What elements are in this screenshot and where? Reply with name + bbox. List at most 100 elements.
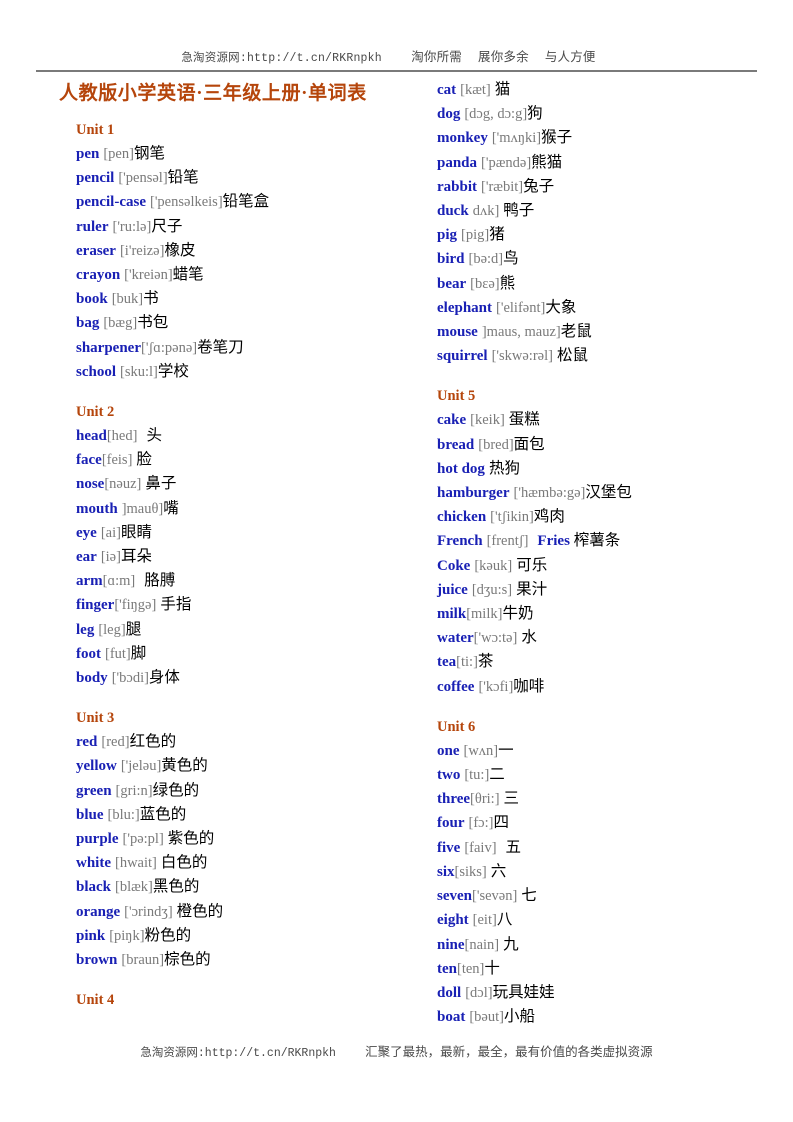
word-entry: pencil-case ['pensəlkeis]铅笔盒 [76,190,406,214]
entry-meaning: 六 [490,862,507,880]
word-entry: mouth]mauθ]嘴 [76,497,406,521]
word-entry: head[hed] 头 [76,424,406,448]
entry-phonetic: [tu:] [464,767,490,784]
word-entry: nose[nəuz] 鼻子 [76,472,406,496]
entry-meaning: 咖啡 [513,677,545,695]
word-entry: book [buk]书 [76,287,406,311]
entry-phonetic: ['elifənt] [496,299,546,316]
word-entry: bread [bred]面包 [437,433,777,457]
footer-site-url: 急淘资源网:http://t.cn/RKRnpkh [140,1047,336,1060]
entry-word: head [76,428,107,445]
entry-meaning: 猪 [489,226,505,244]
entry-phonetic: ['ɔrindʒ] [124,903,173,920]
entry-phonetic: [dʒu:s] [471,581,513,598]
word-entry: crayon ['kreiən]蜡笔 [76,263,406,287]
entry-phonetic: [bɛə] [470,275,500,292]
word-entry: duck dʌk] 鸭子 [437,199,777,223]
left-column-content: Unit 1 pen [pen]钢笔 pencil ['pensəl]铅笔 pencil-… [76,78,406,1012]
entry-meaning: 汉堡包 [585,484,632,502]
entry-word: doll [437,984,462,1001]
word-entry: two [tu:]二 [437,763,777,787]
unit-heading: Unit 2 [76,404,115,421]
entry-word: elephant [437,299,493,316]
entry-phonetic: [nain] [464,936,500,953]
entry-meaning: 书包 [137,314,169,332]
word-entry: finger['fiŋgə] 手指 [76,593,406,617]
entry-word: pencil-case [76,194,146,211]
word-entry: water['wɔ:tə] 水 [437,626,777,650]
entry-word: pig [437,227,458,244]
word-entry: coffee ['kɔfi]咖啡 [437,675,777,699]
entry-word: monkey [437,130,488,147]
word-entry: purple ['pə:pl] 紫色的 [76,827,406,851]
entry-phonetic: ['kɔfi] [478,678,514,695]
entry-word: school [76,363,117,380]
word-entry: doll [dɔl]玩具娃娃 [437,981,777,1005]
header-slogan-part: 淘你所需 [411,50,463,64]
entry-word: five [437,839,461,856]
word-entry: hamburger ['hæmbə:gə]汉堡包 [437,481,777,505]
right-column-content: cat [kæt] 猫 dog [dɔg, dɔ:g]狗 monkey ['mʌŋki]猴子… [437,78,777,1029]
header-slogan: 淘你所需 展你多余 与人方便 [411,50,611,64]
entry-phonetic: [dɔl] [465,984,493,1001]
entry-word: two [437,767,461,784]
word-entry: bag [bæg]书包 [76,311,406,335]
word-entry: pig [pig]猪 [437,223,777,247]
entry-meaning: 铅笔盒 [222,193,270,211]
entry-phonetic: [sku:l] [120,363,158,380]
word-entry: red [red]红色的 [76,730,406,754]
entry-meaning: 水 [521,629,537,647]
entry-phonetic: [eit] [472,912,497,929]
entry-word: dog [437,106,461,123]
entry-word: orange [76,903,121,920]
entry-meaning: 鸟 [503,250,519,268]
entry-phonetic: [bred] [478,436,514,453]
entry-word: French [437,533,483,550]
entry-meaning: 白色的 [160,854,208,872]
entry-meaning: 鸡肉 [533,508,565,526]
unit-spacer [437,699,777,715]
entry-phonetic: [wʌn] [463,742,499,759]
entry-meaning: 四 [493,814,509,832]
entry-meaning: 棕色的 [164,951,211,969]
entry-phonetic: [ten] [457,960,485,977]
entry-word: four [437,815,465,832]
entry-word: one [437,742,460,759]
entry-word: tea [437,654,457,671]
entry-meaning: 熊猫 [531,153,563,171]
word-entry: eight [eit]八 [437,908,777,932]
entry-phonetic: ['sevən] [472,888,518,905]
header-divider [36,70,757,72]
entry-meaning: 绿色的 [152,781,200,799]
entry-word: green [76,782,112,799]
unit-spacer [437,368,777,384]
entry-meaning: 二 [489,766,505,784]
entry-word: yellow [76,758,117,775]
entry-phonetic: [hwait] [115,855,157,872]
entry-meaning: 黄色的 [161,757,208,775]
entry-meaning: 松鼠 [556,347,588,365]
entry-meaning: 五 [505,838,522,856]
word-entry: monkey ['mʌŋki]猴子 [437,126,777,150]
entry-word: Coke [437,557,471,574]
entry-word: bag [76,315,100,332]
entry-word: body [76,670,108,687]
entry-meaning: 猫 [494,81,511,98]
entry-meaning: 学校 [157,362,189,380]
entry-word: white [76,855,111,872]
entry-word: nose [76,476,105,493]
entry-word: milk [437,606,467,623]
entry-phonetic: ['ræbit] [481,178,524,195]
entry-meaning: 橙色的 [176,902,224,920]
entry-phonetic: dʌk] [472,203,500,220]
entry-word: eye [76,524,97,541]
header-site-url: 急淘资源网:http://t.cn/RKRnpkh [181,52,382,65]
entry-meaning: 小船 [503,1008,535,1026]
entry-meaning: 鸭子 [503,202,535,220]
word-entry: blue [blu:]蓝色的 [76,803,406,827]
entry-word: black [76,879,112,896]
entry-phonetic: ['tʃikin] [490,509,534,526]
entry-word: juice [437,581,468,598]
entry-meaning: 钢笔 [133,145,165,162]
right-column: cat [kæt] 猫 dog [dɔg, dɔ:g]狗 monkey ['mʌŋki]猴子… [437,78,777,1029]
